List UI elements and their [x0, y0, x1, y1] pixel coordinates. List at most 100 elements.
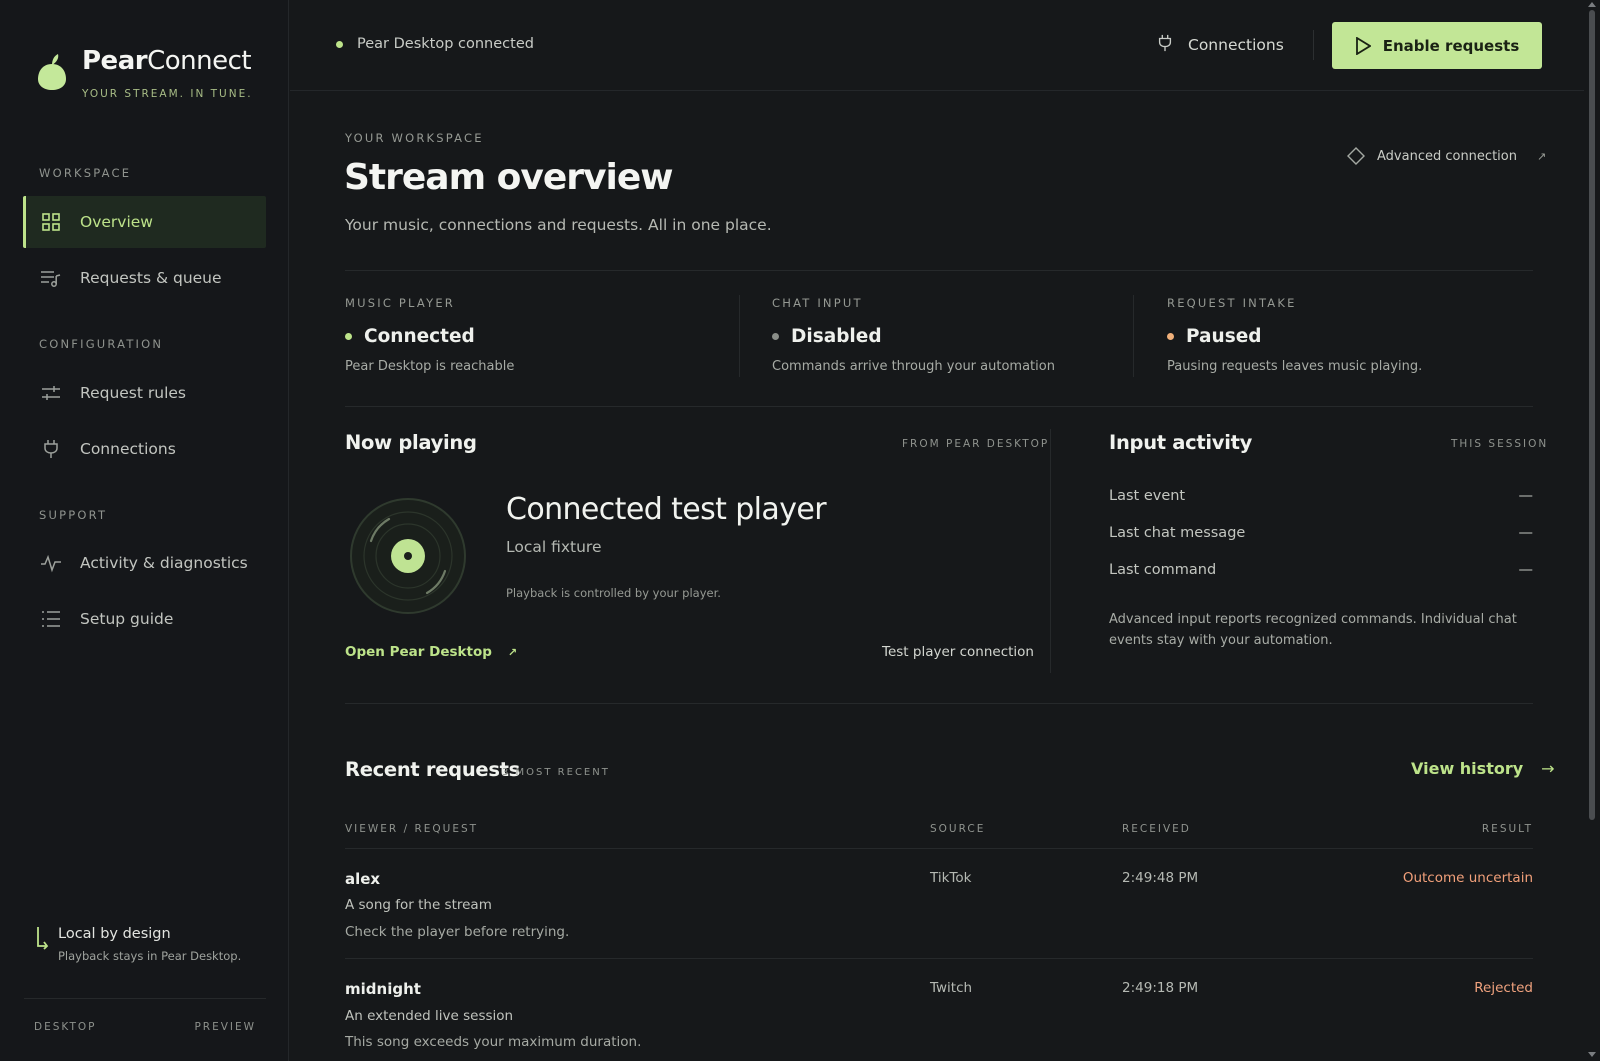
activity-row-last-command: Last command —	[1109, 562, 1533, 578]
divider	[1133, 295, 1134, 377]
workspace-eyebrow: YOUR WORKSPACE	[345, 131, 484, 145]
now-playing-source: FROM PEAR DESKTOP	[902, 438, 1050, 450]
topbar-divider	[1313, 30, 1314, 60]
sidebar-item-connections[interactable]: Connections	[23, 423, 266, 475]
stat-description: Pear Desktop is reachable	[345, 359, 515, 374]
row-source: TikTok	[930, 870, 972, 886]
input-activity-note: Advanced input reports recognized comman…	[1109, 612, 1517, 648]
column-header-source: SOURCE	[930, 823, 986, 835]
row-received: 2:49:48 PM	[1122, 870, 1199, 886]
advanced-connection-link[interactable]: Advanced connection ↗	[1347, 147, 1546, 165]
recent-requests-count: 3 MOST RECENT	[502, 767, 610, 778]
input-activity-title: Input activity	[1109, 431, 1253, 454]
sidebar-item-label: Connections	[80, 440, 176, 458]
divider	[345, 703, 1533, 704]
page-title: Stream overview	[344, 157, 673, 198]
plug-icon	[40, 438, 62, 460]
column-header-result: RESULT	[1481, 823, 1533, 835]
topbar-connections-button[interactable]: Connections	[1156, 33, 1284, 57]
sidebar-item-label: Activity & diagnostics	[80, 554, 248, 572]
activity-label: Last chat message	[1109, 525, 1246, 541]
activity-pulse-icon	[40, 552, 62, 574]
nav-section-workspace: WORKSPACE	[39, 166, 132, 180]
activity-value: —	[1518, 488, 1534, 504]
track-artist: Local fixture	[506, 538, 602, 556]
status-dot	[1167, 333, 1174, 340]
divider	[345, 406, 1533, 407]
footer-desktop-label: DESKTOP	[34, 1021, 97, 1033]
play-icon	[1355, 36, 1371, 55]
row-result-badge: Rejected	[1474, 980, 1533, 996]
activity-label: Last command	[1109, 562, 1217, 578]
divider	[739, 295, 740, 377]
brand-tagline: YOUR STREAM. IN TUNE.	[82, 88, 253, 100]
open-pear-desktop-link[interactable]: Open Pear Desktop ↗	[345, 644, 517, 660]
advanced-connection-label: Advanced connection	[1377, 148, 1517, 164]
scrollbar-thumb[interactable]	[1589, 10, 1595, 820]
page-scrollbar[interactable]	[1584, 0, 1600, 1061]
now-playing-title: Now playing	[345, 431, 477, 454]
status-dot	[345, 333, 352, 340]
playback-note: Playback is controlled by your player.	[506, 586, 721, 600]
grid-icon	[40, 211, 62, 233]
local-title: Local by design	[58, 926, 171, 942]
sidebar-item-activity-diagnostics[interactable]: Activity & diagnostics	[23, 537, 266, 589]
topbar-connections-label: Connections	[1188, 36, 1284, 54]
divider	[345, 958, 1533, 959]
row-result-badge: Outcome uncertain	[1402, 870, 1533, 886]
stat-label: REQUEST INTAKE	[1167, 296, 1297, 310]
connection-status-text: Pear Desktop connected	[357, 36, 534, 52]
external-link-icon: ↗	[1536, 149, 1547, 163]
brand[interactable]: PearConnect YOUR STREAM. IN TUNE.	[36, 44, 253, 100]
stat-label: CHAT INPUT	[772, 296, 863, 310]
divider	[1050, 429, 1051, 673]
status-dot	[336, 40, 343, 48]
stat-label: MUSIC PLAYER	[345, 296, 455, 310]
activity-label: Last event	[1109, 488, 1186, 504]
sidebar-item-overview[interactable]: Overview	[23, 196, 266, 248]
pear-logo-icon	[38, 54, 66, 90]
plug-icon	[1156, 33, 1174, 57]
stat-value: Paused	[1186, 326, 1262, 347]
row-viewer: midnight	[345, 980, 421, 998]
activity-value: —	[1518, 525, 1534, 541]
sidebar-item-label: Overview	[80, 213, 153, 231]
test-player-connection-button[interactable]: Test player connection	[882, 644, 1034, 660]
sidebar-item-setup-guide[interactable]: Setup guide	[23, 593, 266, 645]
view-history-label: View history	[1411, 759, 1524, 778]
stat-value: Disabled	[791, 326, 882, 347]
sliders-icon	[40, 382, 62, 404]
input-activity-scope: THIS SESSION	[1451, 438, 1549, 450]
footer-preview-label: PREVIEW	[194, 1021, 256, 1033]
sidebar: PearConnect YOUR STREAM. IN TUNE. WORKSP…	[0, 0, 289, 1061]
view-history-link[interactable]: View history →	[1411, 759, 1555, 778]
diamond-icon	[1347, 147, 1365, 165]
open-pear-label: Open Pear Desktop	[345, 644, 492, 660]
enable-requests-button[interactable]: Enable requests	[1332, 22, 1542, 69]
topbar: Pear Desktop connected Connections Enabl…	[290, 0, 1584, 91]
sidebar-item-label: Requests & queue	[80, 269, 222, 287]
stat-value: Connected	[364, 326, 475, 347]
local-by-design-note: Local by design Playback stays in Pear D…	[34, 926, 241, 963]
activity-value: —	[1518, 562, 1534, 578]
sidebar-item-label: Request rules	[80, 384, 187, 402]
row-received: 2:49:18 PM	[1122, 980, 1199, 996]
nav-section-configuration: CONFIGURATION	[39, 337, 164, 351]
stat-music-player: MUSIC PLAYER Connected Pear Desktop is r…	[345, 296, 514, 374]
scroll-down-arrow-icon[interactable]	[1588, 1052, 1596, 1057]
arrow-right-icon: →	[1541, 759, 1555, 778]
activity-row-last-chat: Last chat message —	[1109, 525, 1533, 541]
sidebar-item-requests-queue[interactable]: Requests & queue	[23, 252, 266, 304]
status-dot	[772, 333, 779, 340]
row-request: A song for the stream	[345, 897, 492, 913]
vinyl-record-icon	[350, 498, 466, 614]
row-source: Twitch	[930, 980, 973, 996]
row-note: Check the player before retrying.	[345, 924, 570, 940]
stat-chat-input: CHAT INPUT Disabled Commands arrive thro…	[772, 296, 1055, 374]
row-request: An extended live session	[345, 1008, 514, 1024]
scroll-up-arrow-icon[interactable]	[1588, 2, 1596, 7]
column-header-viewer: VIEWER / REQUEST	[345, 823, 479, 835]
sidebar-item-request-rules[interactable]: Request rules	[23, 367, 266, 419]
enable-requests-label: Enable requests	[1382, 36, 1520, 55]
column-header-received: RECEIVED	[1122, 823, 1191, 835]
